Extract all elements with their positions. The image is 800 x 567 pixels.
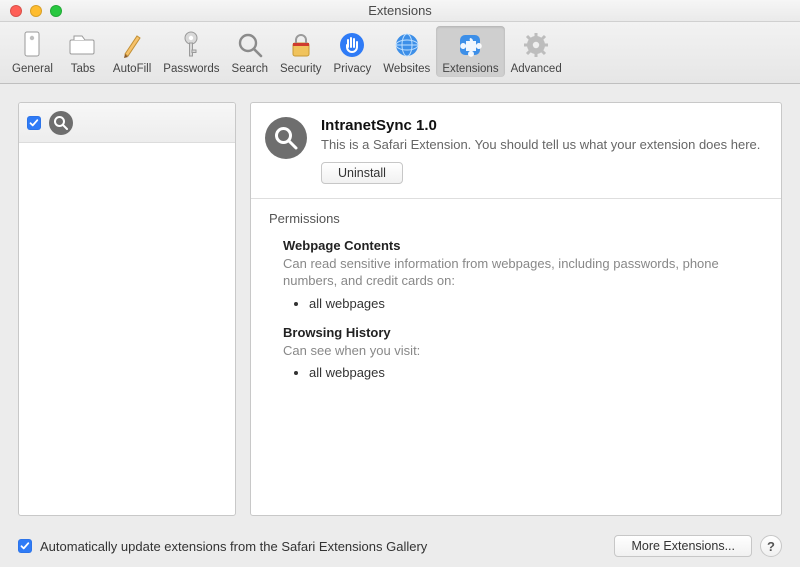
hand-icon [336, 29, 368, 61]
tab-security[interactable]: Security [274, 26, 328, 77]
extensions-sidebar [18, 102, 236, 516]
tab-passwords[interactable]: Passwords [157, 26, 225, 77]
permissions-heading: Permissions [269, 211, 763, 226]
window-controls [10, 5, 62, 17]
tabs-icon [67, 29, 99, 61]
help-button[interactable]: ? [760, 535, 782, 557]
tab-label: Websites [383, 63, 430, 75]
key-icon [175, 29, 207, 61]
content-area: IntranetSync 1.0 This is a Safari Extens… [0, 84, 800, 526]
tab-label: Tabs [71, 63, 95, 75]
window-title: Extensions [368, 3, 432, 18]
tab-label: Search [232, 63, 268, 75]
permission-item: all webpages [309, 296, 763, 311]
permission-item: all webpages [309, 365, 763, 380]
search-icon [234, 29, 266, 61]
permission-group-title: Browsing History [283, 325, 763, 340]
permission-items: all webpages [283, 296, 763, 311]
tab-label: Advanced [511, 63, 562, 75]
lock-icon [285, 29, 317, 61]
search-icon [49, 111, 73, 135]
window-titlebar: Extensions [0, 0, 800, 22]
tab-privacy[interactable]: Privacy [328, 26, 378, 77]
tab-advanced[interactable]: Advanced [505, 26, 568, 77]
zoom-window-button[interactable] [50, 5, 62, 17]
tab-label: Extensions [442, 63, 498, 75]
tab-tabs[interactable]: Tabs [59, 26, 107, 77]
tab-extensions[interactable]: Extensions [436, 26, 504, 77]
auto-update-checkbox[interactable] [18, 539, 32, 553]
puzzle-icon [454, 29, 486, 61]
extension-description: This is a Safari Extension. You should t… [321, 136, 765, 154]
tab-label: Security [280, 63, 322, 75]
permission-items: all webpages [283, 365, 763, 380]
general-icon [16, 29, 48, 61]
tab-autofill[interactable]: AutoFill [107, 26, 157, 77]
permissions-section: Permissions Webpage Contents Can read se… [251, 199, 781, 411]
extension-title: IntranetSync 1.0 [321, 117, 765, 134]
extension-header: IntranetSync 1.0 This is a Safari Extens… [251, 103, 781, 199]
permission-group-description: Can see when you visit: [283, 342, 763, 360]
more-extensions-button[interactable]: More Extensions... [614, 535, 752, 557]
pencil-icon [116, 29, 148, 61]
tab-general[interactable]: General [6, 26, 59, 77]
permission-group-title: Webpage Contents [283, 238, 763, 253]
tab-label: Privacy [334, 63, 372, 75]
close-window-button[interactable] [10, 5, 22, 17]
extension-enable-checkbox[interactable] [27, 116, 41, 130]
auto-update-label: Automatically update extensions from the… [40, 539, 427, 554]
search-icon [265, 117, 307, 159]
minimize-window-button[interactable] [30, 5, 42, 17]
tab-search[interactable]: Search [226, 26, 274, 77]
tab-label: AutoFill [113, 63, 151, 75]
gear-icon [520, 29, 552, 61]
extension-details-panel: IntranetSync 1.0 This is a Safari Extens… [250, 102, 782, 516]
globe-icon [391, 29, 423, 61]
tab-label: General [12, 63, 53, 75]
tab-label: Passwords [163, 63, 219, 75]
permission-group-description: Can read sensitive information from webp… [283, 255, 763, 290]
tab-websites[interactable]: Websites [377, 26, 436, 77]
preferences-toolbar: General Tabs AutoFill Passwords Search S… [0, 22, 800, 84]
extension-list-item[interactable] [19, 103, 235, 143]
footer: Automatically update extensions from the… [0, 526, 800, 566]
uninstall-button[interactable]: Uninstall [321, 162, 403, 184]
